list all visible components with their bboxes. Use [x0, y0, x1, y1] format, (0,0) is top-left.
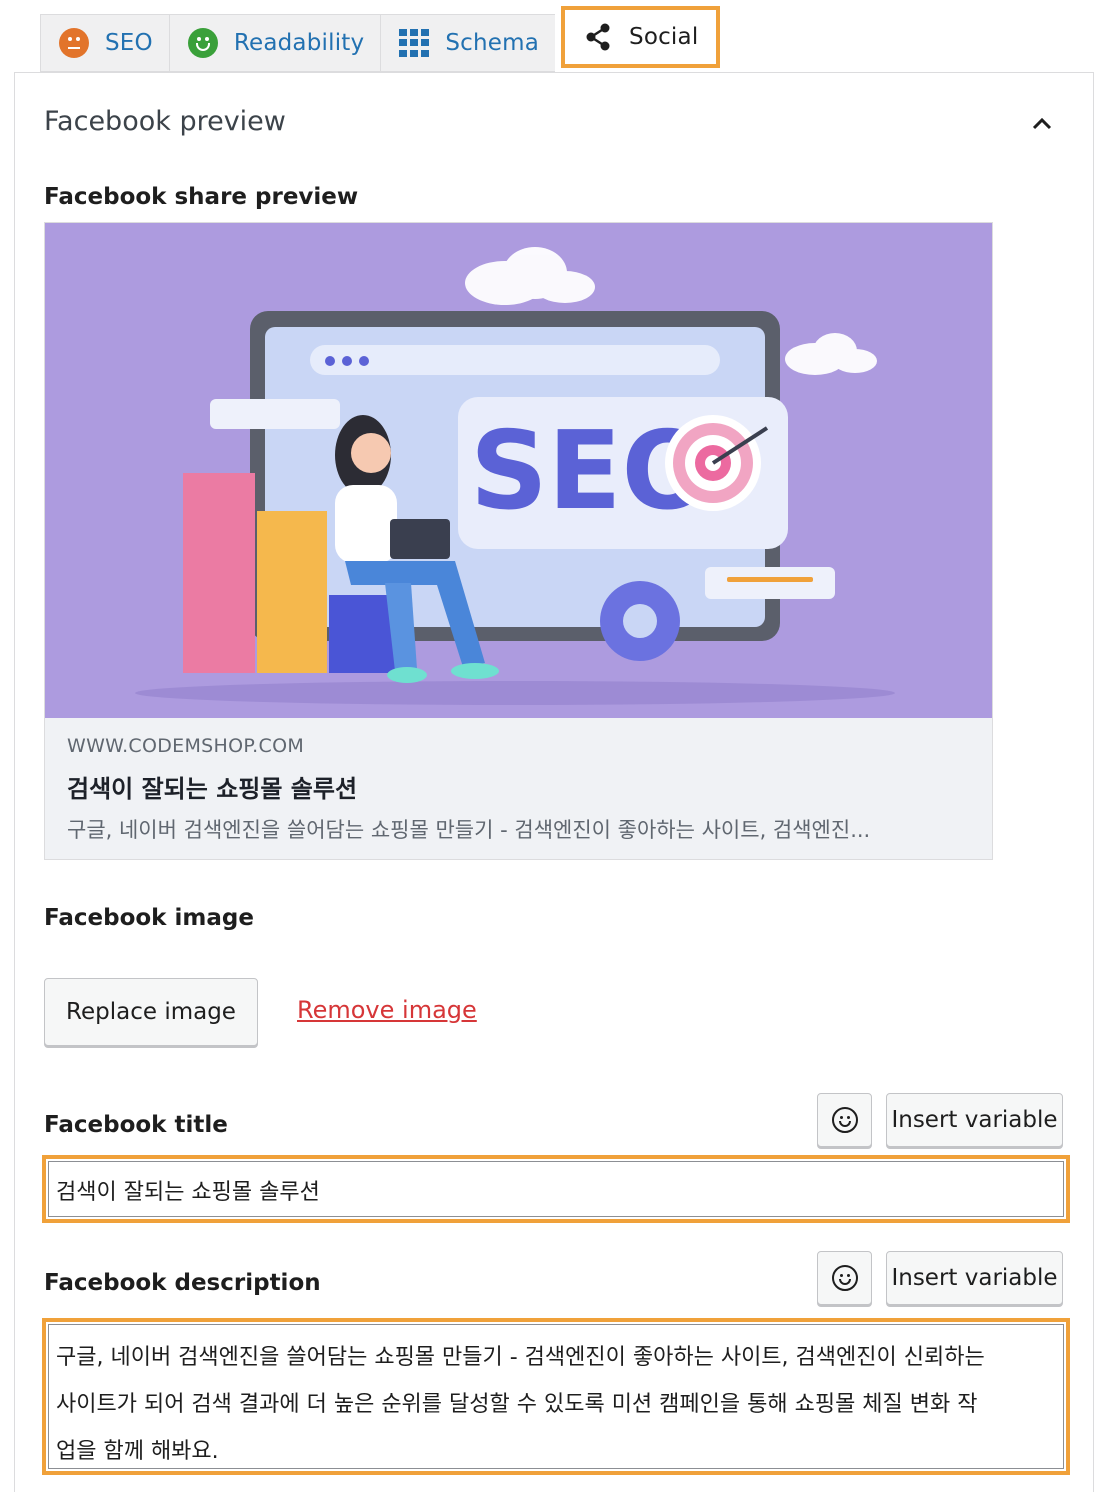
tab-social[interactable]: Social: [561, 6, 721, 68]
neutral-face-icon: [59, 28, 89, 58]
preview-meta: WWW.CODEMSHOP.COM 검색이 잘되는 쇼핑몰 솔루션 구글, 네이…: [67, 735, 970, 844]
metabox-tabs: SEO Readability Schema Social: [40, 6, 721, 72]
remove-image-link[interactable]: Remove image: [297, 996, 477, 1024]
facebook-image-label: Facebook image: [44, 905, 254, 931]
preview-title: 검색이 잘되는 쇼핑몰 솔루션: [67, 775, 358, 803]
tab-readability[interactable]: Readability: [168, 14, 381, 72]
grid-icon: [399, 29, 430, 57]
smiley-icon: [831, 1265, 858, 1291]
share-icon: [586, 23, 610, 51]
preview-image: SEO: [45, 223, 992, 718]
description-line: 업을 함께 해봐요.: [56, 1439, 219, 1464]
emoji-button[interactable]: [817, 1093, 872, 1147]
smiley-icon: [831, 1107, 858, 1133]
replace-image-button[interactable]: Replace image: [44, 978, 258, 1046]
facebook-description-label: Facebook description: [44, 1270, 321, 1296]
facebook-title-value: 검색이 잘되는 쇼핑몰 솔루션: [56, 1180, 320, 1205]
facebook-description-value: 구글, 네이버 검색엔진을 쓸어담는 쇼핑몰 만들기 - 검색엔진이 좋아하는 …: [56, 1334, 1056, 1475]
preview-description: 구글, 네이버 검색엔진을 쓸어담는 쇼핑몰 만들기 - 검색엔진이 좋아하는 …: [67, 818, 871, 842]
tab-seo[interactable]: SEO: [40, 14, 169, 72]
facebook-title-input[interactable]: 검색이 잘되는 쇼핑몰 솔루션: [42, 1155, 1070, 1223]
tab-schema-label: Schema: [445, 30, 540, 56]
facebook-share-preview-card: SEO WWW.CODEMSHOP.COM 검색이 잘되는 쇼핑몰 솔루션 구글…: [44, 222, 993, 860]
chevron-up-icon[interactable]: [1030, 112, 1054, 136]
tab-schema[interactable]: Schema: [380, 14, 556, 72]
insert-variable-button-description[interactable]: Insert variable: [886, 1251, 1063, 1305]
preview-domain: WWW.CODEMSHOP.COM: [67, 735, 305, 757]
description-line: 사이트가 되어 검색 결과에 더 높은 순위를 달성할 수 있도록 미션 캠페인…: [56, 1392, 978, 1417]
tab-readability-label: Readability: [233, 30, 365, 56]
section-title: Facebook preview: [44, 106, 286, 137]
description-line: 구글, 네이버 검색엔진을 쓸어담는 쇼핑몰 만들기 - 검색엔진이 좋아하는 …: [56, 1345, 985, 1370]
facebook-description-input[interactable]: 구글, 네이버 검색엔진을 쓸어담는 쇼핑몰 만들기 - 검색엔진이 좋아하는 …: [42, 1318, 1070, 1475]
insert-variable-button-title[interactable]: Insert variable: [886, 1093, 1063, 1147]
emoji-button-description[interactable]: [817, 1251, 872, 1305]
smile-face-icon: [187, 28, 218, 58]
facebook-title-label: Facebook title: [44, 1112, 228, 1138]
tab-seo-label: SEO: [105, 30, 153, 56]
share-preview-label: Facebook share preview: [44, 184, 359, 210]
seo-illustration: SEO: [135, 247, 895, 705]
tab-social-label: Social: [629, 24, 699, 50]
